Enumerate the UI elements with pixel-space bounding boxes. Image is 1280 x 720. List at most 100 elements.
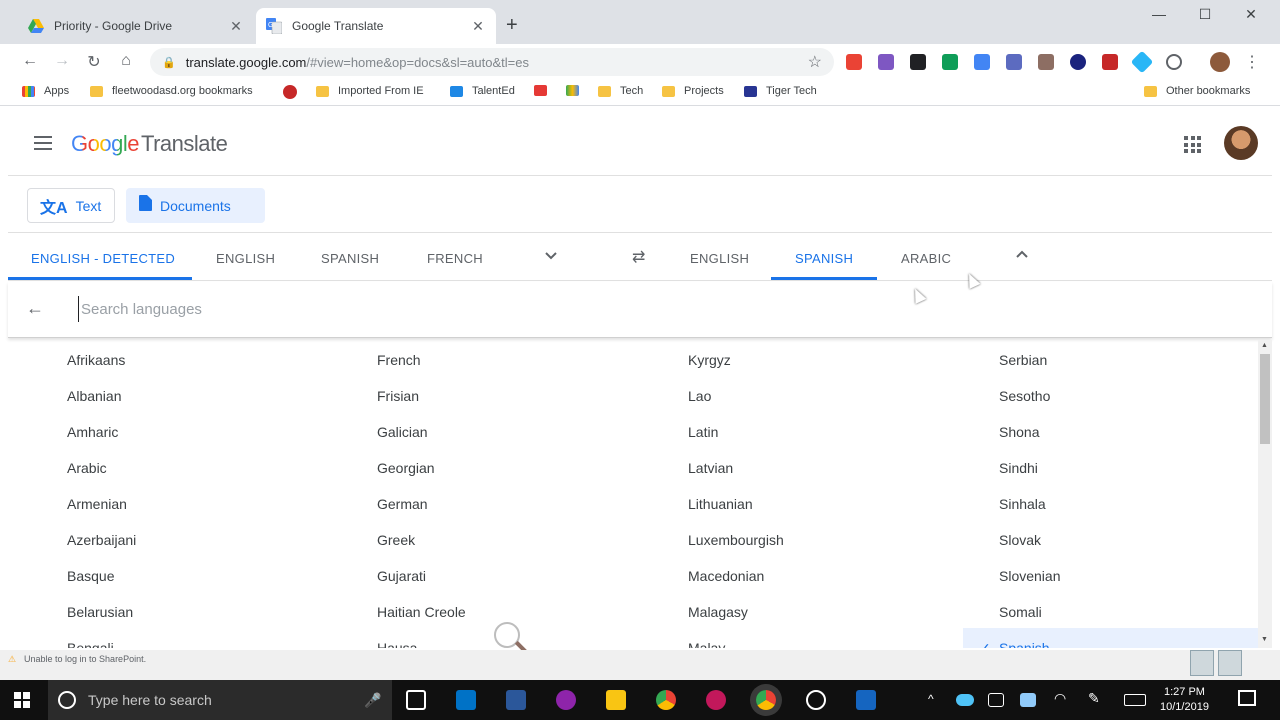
language-item[interactable]: Amharic <box>67 412 136 448</box>
language-item[interactable]: Galician <box>377 412 466 448</box>
bookmark-item[interactable] <box>283 85 306 99</box>
language-item[interactable]: Albanian <box>67 376 136 412</box>
scroll-down-icon[interactable]: ▼ <box>1261 636 1268 643</box>
language-item[interactable]: Sindhi <box>999 448 1258 484</box>
bookmark-star-icon[interactable]: ☆ <box>808 52 822 72</box>
language-item[interactable]: Slovenian <box>999 556 1258 592</box>
language-item[interactable]: Lao <box>688 376 784 412</box>
scrollbar-thumb[interactable] <box>1260 354 1270 444</box>
bookmark-drive[interactable] <box>566 85 588 96</box>
target-lang-arabic[interactable]: ARABIC <box>901 251 951 266</box>
bookmark-other[interactable]: Other bookmarks <box>1144 85 1250 97</box>
profile-avatar[interactable] <box>1210 52 1230 72</box>
more-menu-icon[interactable]: ⋮ <box>1242 52 1262 72</box>
language-item[interactable]: Belarusian <box>67 592 136 628</box>
language-item[interactable]: Arabic <box>67 448 136 484</box>
language-item[interactable]: Slovak <box>999 520 1258 556</box>
extension-icon[interactable] <box>1006 54 1022 70</box>
tab-google-drive[interactable]: Priority - Google Drive ✕ <box>18 8 254 44</box>
notifications-icon[interactable] <box>1238 690 1256 706</box>
minimize-icon[interactable]: — <box>1136 6 1182 22</box>
bookmark-folder[interactable]: Imported From IE <box>316 85 424 97</box>
source-lang-detected[interactable]: ENGLISH - DETECTED <box>31 251 175 266</box>
language-item[interactable]: Malay <box>688 628 784 648</box>
language-item[interactable]: Shona <box>999 412 1258 448</box>
user-tile-icon[interactable] <box>1190 650 1214 676</box>
forward-icon[interactable]: → <box>52 52 72 70</box>
onedrive-icon[interactable] <box>956 694 974 706</box>
language-item[interactable]: Afrikaans <box>67 340 136 376</box>
scroll-up-icon[interactable]: ▲ <box>1261 342 1268 349</box>
source-more-chevron-down-icon[interactable] <box>544 248 558 265</box>
chrome-icon[interactable] <box>656 690 676 710</box>
bookmark-folder[interactable]: fleetwoodasd.org bookmarks <box>90 85 253 97</box>
language-item[interactable]: Greek <box>377 520 466 556</box>
bookmark-talented[interactable]: TalentEd <box>450 85 515 97</box>
home-icon[interactable]: ⌂ <box>116 52 136 70</box>
microphone-icon[interactable]: 🎤 <box>364 692 381 709</box>
language-list-scrollbar[interactable]: ▲ ▼ <box>1258 340 1272 648</box>
file-explorer-icon[interactable] <box>606 690 626 710</box>
language-item[interactable]: Malagasy <box>688 592 784 628</box>
bookmark-apps[interactable]: Apps <box>22 85 69 97</box>
new-tab-icon[interactable]: + <box>506 14 518 37</box>
keyboard-icon[interactable] <box>1124 694 1146 706</box>
target-more-chevron-up-icon[interactable] <box>1015 248 1029 265</box>
bookmark-folder[interactable]: Projects <box>662 85 724 97</box>
source-lang-english[interactable]: ENGLISH <box>216 251 275 266</box>
main-menu-icon[interactable] <box>34 136 52 150</box>
language-item[interactable]: Sesotho <box>999 376 1258 412</box>
outlook-icon[interactable] <box>456 690 476 710</box>
language-item[interactable]: Latin <box>688 412 784 448</box>
extension-icon[interactable] <box>846 54 862 70</box>
app-icon[interactable] <box>706 690 726 710</box>
language-item[interactable]: French <box>377 340 466 376</box>
language-item[interactable]: Serbian <box>999 340 1258 376</box>
extension-icon[interactable] <box>1166 54 1182 70</box>
extension-icon[interactable] <box>1038 54 1054 70</box>
search-languages-input[interactable] <box>78 296 678 322</box>
taskbar-search-box[interactable]: Type here to search 🎤 <box>48 680 392 720</box>
extension-icon[interactable] <box>974 54 990 70</box>
language-item[interactable]: Somali <box>999 592 1258 628</box>
tray-icon[interactable] <box>988 693 1004 707</box>
language-item[interactable]: Gujarati <box>377 556 466 592</box>
documents-mode-button[interactable]: Documents <box>126 188 265 223</box>
extension-icon[interactable] <box>878 54 894 70</box>
language-item[interactable]: Kyrgyz <box>688 340 784 376</box>
reload-icon[interactable]: ↻ <box>84 52 104 72</box>
language-item[interactable]: Latvian <box>688 448 784 484</box>
language-item[interactable]: Lithuanian <box>688 484 784 520</box>
language-item[interactable]: Macedonian <box>688 556 784 592</box>
target-lang-spanish[interactable]: SPANISH <box>795 251 853 266</box>
bookmark-folder[interactable]: Tech <box>598 85 643 97</box>
language-item[interactable]: Bengali <box>67 628 136 648</box>
back-arrow-icon[interactable]: ← <box>26 298 44 319</box>
tray-chevron-up-icon[interactable]: ^ <box>928 692 934 706</box>
language-item[interactable]: Azerbaijani <box>67 520 136 556</box>
close-tab-icon[interactable]: ✕ <box>468 18 488 35</box>
close-window-icon[interactable]: ✕ <box>1228 6 1274 23</box>
language-item[interactable]: Armenian <box>67 484 136 520</box>
word-icon[interactable] <box>506 690 526 710</box>
language-item[interactable]: German <box>377 484 466 520</box>
source-lang-spanish[interactable]: SPANISH <box>321 251 379 266</box>
language-item[interactable]: Frisian <box>377 376 466 412</box>
extension-icon[interactable] <box>1130 50 1154 74</box>
back-icon[interactable]: ← <box>20 52 40 70</box>
taskbar-clock[interactable]: 1:27 PM 10/1/2019 <box>1160 685 1209 715</box>
language-item[interactable]: Basque <box>67 556 136 592</box>
swap-languages-icon[interactable]: ⇄ <box>632 247 646 267</box>
tab-google-translate[interactable]: G Google Translate ✕ <box>256 8 496 44</box>
network-icon[interactable]: ◠ <box>1054 690 1066 707</box>
bookmark-tiger-tech[interactable]: Tiger Tech <box>744 85 817 97</box>
google-translate-logo[interactable]: GoogleTranslate <box>71 131 228 157</box>
text-mode-button[interactable]: 文A Text <box>27 188 115 223</box>
target-lang-english[interactable]: ENGLISH <box>690 251 749 266</box>
pen-icon[interactable]: ✎ <box>1088 690 1100 707</box>
windows-start-icon[interactable] <box>14 692 30 708</box>
bookmark-youtube[interactable] <box>534 85 556 96</box>
extension-icon[interactable] <box>1070 54 1086 70</box>
user-tile-icon[interactable] <box>1218 650 1242 676</box>
language-item[interactable]: Haitian Creole <box>377 592 466 628</box>
